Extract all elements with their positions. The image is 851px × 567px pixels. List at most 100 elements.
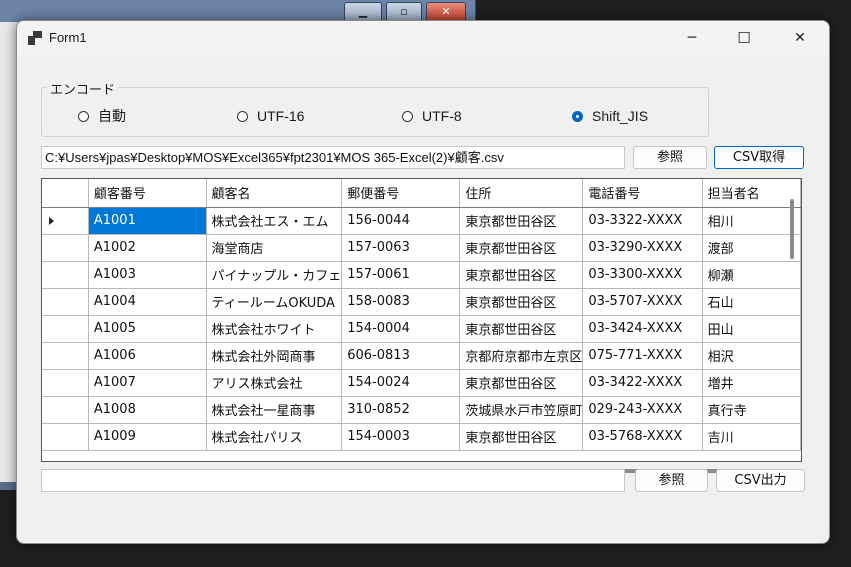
radio-shift-jis[interactable]: Shift_JIS — [572, 107, 648, 125]
maximize-button[interactable]: ☐ — [721, 21, 767, 55]
radio-auto[interactable]: 自動 — [78, 107, 126, 125]
table-cell[interactable]: 03-5768-XXXX — [582, 423, 703, 451]
column-header[interactable]: 住所 — [459, 179, 584, 208]
table-cell[interactable]: 東京都世田谷区 — [459, 369, 584, 397]
row-header[interactable] — [42, 396, 89, 424]
row-header[interactable] — [42, 207, 89, 235]
table-row[interactable]: A1005 株式会社ホワイト 154-0004 東京都世田谷区 03-3424-XXXX… — [42, 315, 801, 343]
column-header[interactable]: 担当者名 — [702, 179, 801, 208]
row-header[interactable] — [42, 288, 89, 316]
table-cell[interactable]: 東京都世田谷区 — [459, 261, 584, 289]
table-cell[interactable]: 株式会社ホワイト — [206, 315, 343, 343]
table-cell[interactable]: 海堂商店 — [206, 234, 343, 262]
table-cell[interactable]: 310-0852 — [341, 396, 461, 424]
table-cell[interactable]: A1009 — [88, 423, 207, 451]
table-cell[interactable]: 田山 — [702, 315, 801, 343]
column-header[interactable]: 電話番号 — [582, 179, 703, 208]
table-cell[interactable]: 606-0813 — [341, 342, 461, 370]
table-cell[interactable]: 真行寺 — [702, 396, 801, 424]
grid-corner-header[interactable] — [42, 179, 89, 208]
row-header[interactable] — [42, 261, 89, 289]
table-cell[interactable]: 株式会社エス・エム — [206, 207, 343, 235]
table-cell[interactable]: 茨城県水戸市笠原町 — [459, 396, 584, 424]
table-cell[interactable]: 03-3290-XXXX — [582, 234, 703, 262]
background-minimize-button[interactable]: ▁ — [344, 2, 382, 22]
row-header[interactable] — [42, 342, 89, 370]
row-header[interactable] — [42, 315, 89, 343]
grid-vertical-scroll-thumb[interactable] — [790, 199, 794, 259]
table-cell[interactable]: 吉川 — [702, 423, 801, 451]
grid-vertical-scrollbar[interactable] — [787, 191, 795, 451]
table-cell[interactable]: 増井 — [702, 369, 801, 397]
table-cell[interactable]: 03-3422-XXXX — [582, 369, 703, 397]
customer-data-grid[interactable]: 顧客番号 顧客名 郵便番号 住所 電話番号 担当者名 A1001 株式会社エス・エ… — [41, 178, 802, 462]
table-cell[interactable]: 03-3322-XXXX — [582, 207, 703, 235]
table-cell[interactable]: 東京都世田谷区 — [459, 288, 584, 316]
table-cell[interactable]: 京都府京都市左京区 — [459, 342, 584, 370]
table-row[interactable]: A1008 株式会社一星商事 310-0852 茨城県水戸市笠原町 029-243-XX… — [42, 396, 801, 424]
table-row[interactable]: A1001 株式会社エス・エム 156-0044 東京都世田谷区 03-3322-XXX… — [42, 207, 801, 235]
table-cell[interactable]: 柳瀬 — [702, 261, 801, 289]
table-cell[interactable]: A1007 — [88, 369, 207, 397]
table-cell[interactable]: 相川 — [702, 207, 801, 235]
table-cell[interactable]: 075-771-XXXX — [582, 342, 703, 370]
row-header[interactable] — [42, 423, 89, 451]
table-cell[interactable]: 154-0004 — [341, 315, 461, 343]
table-cell[interactable]: 157-0063 — [341, 234, 461, 262]
table-cell[interactable]: A1004 — [88, 288, 207, 316]
radio-utf8[interactable]: UTF-8 — [402, 107, 462, 125]
table-cell[interactable]: 株式会社パリス — [206, 423, 343, 451]
row-header[interactable] — [42, 234, 89, 262]
radio-utf16[interactable]: UTF-16 — [237, 107, 304, 125]
radio-utf8-indicator[interactable] — [402, 110, 413, 122]
table-cell[interactable]: 石山 — [702, 288, 801, 316]
table-cell[interactable]: パイナップル・カフェ — [206, 261, 343, 289]
background-maximize-button[interactable]: ▫ — [386, 2, 422, 22]
table-row[interactable]: A1003 パイナップル・カフェ 157-0061 東京都世田谷区 03-3300-XX… — [42, 261, 801, 289]
table-cell[interactable]: 03-3300-XXXX — [582, 261, 703, 289]
table-row[interactable]: A1006 株式会社外岡商事 606-0813 京都府京都市左京区 075-771-XX… — [42, 342, 801, 370]
table-cell[interactable]: A1002 — [88, 234, 207, 262]
background-close-button[interactable]: ✕ — [426, 2, 466, 22]
table-cell[interactable]: 東京都世田谷区 — [459, 207, 584, 235]
output-path-field[interactable] — [41, 469, 625, 492]
radio-shift-jis-indicator[interactable] — [572, 110, 583, 122]
table-row[interactable]: A1002 海堂商店 157-0063 東京都世田谷区 03-3290-XXXX 渡部 — [42, 234, 801, 262]
radio-utf16-indicator[interactable] — [237, 110, 248, 122]
table-cell[interactable]: 東京都世田谷区 — [459, 234, 584, 262]
close-button[interactable]: ✕ — [777, 21, 823, 55]
table-cell[interactable]: ティールームOKUDA — [206, 288, 343, 316]
table-cell[interactable]: A1001 — [88, 207, 207, 235]
table-row[interactable]: A1009 株式会社パリス 154-0003 東京都世田谷区 03-5768-XXXX 吉… — [42, 423, 801, 451]
input-path-field[interactable]: C:¥Users¥jpas¥Desktop¥MOS¥Excel365¥fpt23… — [41, 146, 625, 169]
row-header[interactable] — [42, 369, 89, 397]
table-cell[interactable]: 相沢 — [702, 342, 801, 370]
table-cell[interactable]: 157-0061 — [341, 261, 461, 289]
csv-export-button[interactable]: CSV出力 — [716, 469, 805, 492]
table-cell[interactable]: 154-0024 — [341, 369, 461, 397]
table-cell[interactable]: 156-0044 — [341, 207, 461, 235]
table-cell[interactable]: 154-0003 — [341, 423, 461, 451]
minimize-button[interactable]: ─ — [669, 21, 715, 55]
column-header[interactable]: 顧客番号 — [88, 179, 207, 208]
table-cell[interactable]: A1008 — [88, 396, 207, 424]
table-cell[interactable]: 渡部 — [702, 234, 801, 262]
table-cell[interactable]: 東京都世田谷区 — [459, 423, 584, 451]
table-row[interactable]: A1007 アリス株式会社 154-0024 東京都世田谷区 03-3422-XXXX 増… — [42, 369, 801, 397]
table-cell[interactable]: 029-243-XXXX — [582, 396, 703, 424]
table-cell[interactable]: 158-0083 — [341, 288, 461, 316]
column-header[interactable]: 顧客名 — [206, 179, 343, 208]
radio-auto-indicator[interactable] — [78, 110, 89, 122]
table-cell[interactable]: 株式会社一星商事 — [206, 396, 343, 424]
column-header[interactable]: 郵便番号 — [341, 179, 461, 208]
table-cell[interactable]: A1003 — [88, 261, 207, 289]
table-cell[interactable]: 株式会社外岡商事 — [206, 342, 343, 370]
input-browse-button[interactable]: 参照 — [633, 146, 707, 169]
table-row[interactable]: A1004 ティールームOKUDA 158-0083 東京都世田谷区 03-5707-X… — [42, 288, 801, 316]
output-browse-button[interactable]: 参照 — [635, 469, 708, 492]
table-cell[interactable]: 東京都世田谷区 — [459, 315, 584, 343]
table-cell[interactable]: 03-5707-XXXX — [582, 288, 703, 316]
table-cell[interactable]: A1006 — [88, 342, 207, 370]
table-cell[interactable]: 03-3424-XXXX — [582, 315, 703, 343]
table-cell[interactable]: A1005 — [88, 315, 207, 343]
